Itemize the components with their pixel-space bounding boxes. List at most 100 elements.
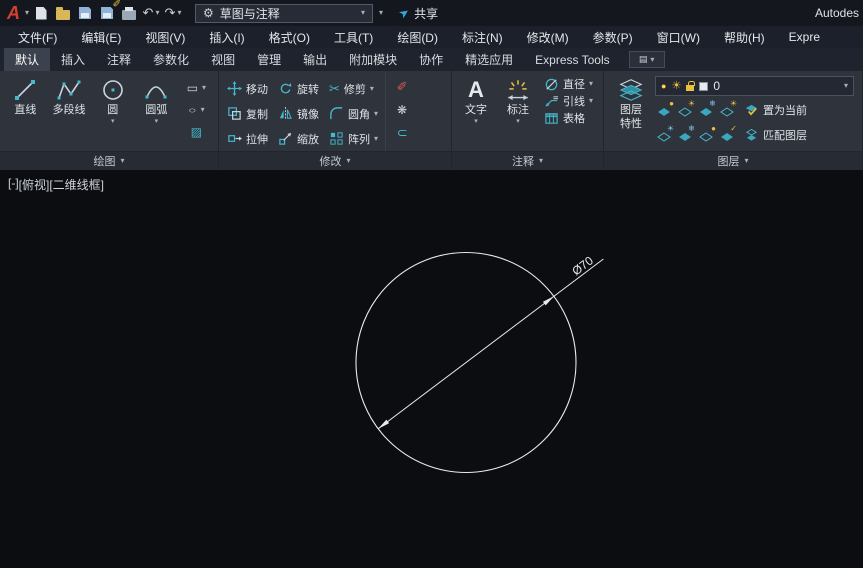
share-button[interactable]: ➤ 共享 [396,4,438,21]
menu-draw[interactable]: 绘图(D) [385,26,450,48]
undo-caret-icon[interactable]: ▾ [155,9,159,17]
save-as-button[interactable]: ✐ [97,0,121,23]
rotate-button[interactable]: 旋转 [274,76,323,101]
model-space-canvas[interactable]: [-] [俯视] [二维线框] Ø70 [0,170,863,568]
save-button[interactable] [75,3,95,23]
scale-icon [279,132,292,145]
menu-parametric[interactable]: 参数(P) [581,26,645,48]
layer-properties-button[interactable]: 图层 特性 [608,73,654,151]
panel-layers-footer[interactable]: 图层 ▾ [604,151,862,170]
tab-express-tools[interactable]: Express Tools [524,48,620,71]
ellipse-button[interactable]: ○ ▾ [179,101,214,119]
match-layer-button[interactable]: 匹配图层 [744,127,807,143]
dimension-button[interactable]: 标注 ▾ [497,73,539,151]
menu-dimension[interactable]: 标注(N) [450,26,515,48]
mirror-button[interactable]: 镜像 [274,101,323,126]
trim-label: 修剪 [343,83,366,96]
redo-caret-icon[interactable]: ▾ [177,9,181,17]
polyline-button[interactable]: 多段线 [48,73,91,151]
redo-button[interactable]: ↷ ▾ [163,3,183,23]
menu-help[interactable]: 帮助(H) [712,26,777,48]
panel-annotate-footer[interactable]: 注释 ▾ [452,151,603,170]
layer-tool-icon[interactable]: ● [655,99,674,119]
autocad-logo[interactable]: A [4,0,23,26]
layer-tool-icon[interactable]: ☀ [718,99,737,119]
tab-home[interactable]: 默认 [4,48,51,71]
leader-caret-icon[interactable]: ▾ [589,97,593,105]
menu-format[interactable]: 格式(O) [257,26,322,48]
trim-button[interactable]: ✂ 修剪 ▾ [325,76,382,101]
rectangle-button[interactable]: ▭ ▾ [179,79,214,97]
layer-tool-icon[interactable]: ● [697,124,716,144]
menu-express[interactable]: Expre [777,26,832,48]
menu-edit[interactable]: 编辑(E) [69,26,133,48]
circle-caret-icon[interactable]: ▾ [111,118,115,125]
stretch-button[interactable]: 拉伸 [223,126,272,151]
app-menu-caret-icon[interactable]: ▾ [25,9,29,17]
layer-tool-icon[interactable]: ✓ [718,124,737,144]
panel-modify-label: 修改 [319,156,342,168]
tab-featured-apps[interactable]: 精选应用 [454,48,524,71]
trim-caret-icon[interactable]: ▾ [370,84,374,93]
ribbon-display-toggle[interactable]: ▤ ▾ [628,51,665,68]
array-button[interactable]: 阵列 ▾ [325,126,382,151]
layer-tool-icon[interactable]: ☀ [676,99,695,119]
undo-button[interactable]: ↶ ▾ [141,3,161,23]
layer-tool-icon[interactable]: ❄ [697,99,716,119]
join-button[interactable]: ⊂ [392,125,412,141]
tab-insert[interactable]: 插入 [50,48,96,71]
viewport-visual-style-control[interactable]: [二维线框] [49,176,104,193]
line-button[interactable]: 直线 [4,73,47,151]
copy-button[interactable]: 复制 [223,101,272,126]
circle-button[interactable]: 圆 ▾ [91,73,134,151]
leader-label: 引线 [563,96,585,108]
move-button[interactable]: 移动 [223,76,272,101]
panel-modify-footer[interactable]: 修改 ▾ [219,151,451,170]
viewport-menu-control[interactable]: [-] [8,176,19,193]
plot-button[interactable] [119,3,139,23]
menu-insert[interactable]: 插入(I) [197,26,256,48]
panel-draw-footer[interactable]: 绘图 ▾ [0,151,218,170]
menu-modify[interactable]: 修改(M) [515,26,581,48]
tab-view[interactable]: 视图 [200,48,246,71]
menu-window[interactable]: 窗口(W) [645,26,712,48]
fillet-caret-icon[interactable]: ▾ [374,109,378,118]
menu-file[interactable]: 文件(F) [6,26,69,48]
open-button[interactable] [53,3,73,23]
dimension-caret-icon[interactable]: ▾ [516,118,520,125]
table-button[interactable]: 表格 [540,110,597,126]
layer-dropdown[interactable]: ● ☀ 0 ▾ [655,76,854,96]
diameter-dim-button[interactable]: 直径 ▾ [540,76,597,92]
viewport-view-control[interactable]: [俯视] [19,176,50,193]
tab-parametric[interactable]: 参数化 [142,48,200,71]
layer-tool-icon[interactable]: ❄ [676,124,695,144]
menu-tools[interactable]: 工具(T) [322,26,385,48]
tab-addins[interactable]: 附加模块 [338,48,408,71]
text-caret-icon[interactable]: ▾ [474,118,478,125]
menu-view[interactable]: 视图(V) [133,26,197,48]
drawing-viewport[interactable]: Ø70 [0,170,863,568]
dimension-text[interactable]: Ø70 [569,253,596,278]
tab-manage[interactable]: 管理 [246,48,292,71]
make-current-button[interactable]: 置为当前 [744,102,807,118]
tab-annotate[interactable]: 注释 [96,48,142,71]
diameter-caret-icon[interactable]: ▾ [589,80,593,88]
arc-caret-icon[interactable]: ▾ [155,118,159,125]
workspace-selector[interactable]: ⚙ 草图与注释 ▾ [195,3,374,23]
text-button[interactable]: A 文字 ▾ [456,73,496,151]
qat-customize-caret-icon[interactable]: ▾ [375,9,387,17]
diameter-dimension-line[interactable] [377,258,604,430]
new-file-button[interactable] [31,3,51,23]
ribbon-toggle-caret-icon: ▾ [650,54,655,64]
explode-button[interactable]: ❋ [392,102,412,118]
scale-button[interactable]: 缩放 [274,126,323,151]
leader-button[interactable]: 引线 ▾ [540,93,597,109]
array-caret-icon[interactable]: ▾ [374,134,378,143]
fillet-button[interactable]: 圆角 ▾ [325,101,382,126]
tab-collaborate[interactable]: 协作 [408,48,454,71]
hatch-button[interactable]: ▨ [179,123,214,141]
erase-button[interactable]: ✐ [392,79,412,95]
layer-tool-icon[interactable]: ☀ [655,124,674,144]
tab-output[interactable]: 输出 [292,48,338,71]
arc-button[interactable]: 圆弧 ▾ [135,73,178,151]
